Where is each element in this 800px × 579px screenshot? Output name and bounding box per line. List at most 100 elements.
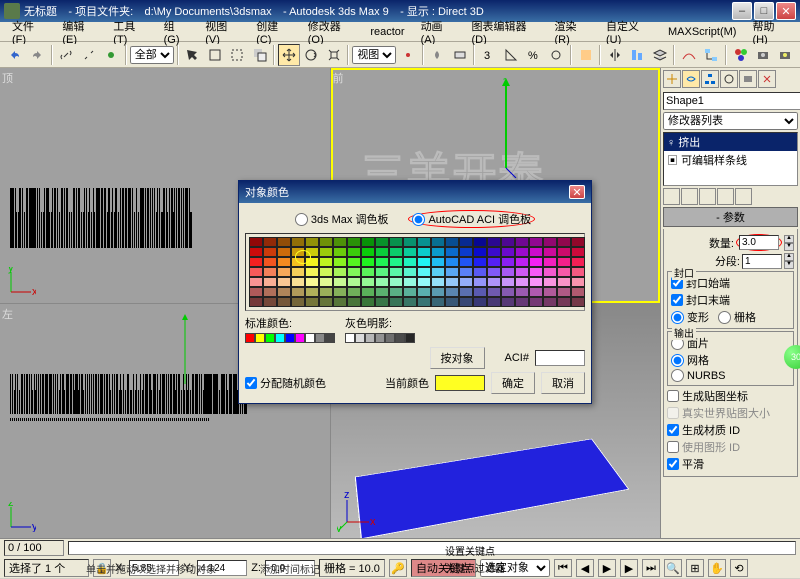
palette-swatch[interactable] (333, 287, 347, 297)
menu-reactor[interactable]: reactor (362, 24, 412, 40)
palette-swatch[interactable] (473, 287, 487, 297)
palette-swatch[interactable] (417, 257, 431, 267)
redo-button[interactable] (26, 44, 47, 66)
palette-swatch[interactable] (347, 287, 361, 297)
palette-swatch[interactable] (445, 287, 459, 297)
palette-swatch[interactable] (249, 237, 263, 247)
current-color-swatch[interactable] (435, 375, 485, 391)
palette-swatch[interactable] (417, 247, 431, 257)
remove-modifier-icon[interactable] (717, 188, 734, 205)
palette-swatch[interactable] (543, 277, 557, 287)
palette-swatch[interactable] (319, 257, 333, 267)
palette-swatch[interactable] (459, 257, 473, 267)
palette-swatch[interactable] (515, 287, 529, 297)
basic-color-swatch[interactable] (265, 333, 275, 343)
palette-swatch[interactable] (291, 237, 305, 247)
pivot-button[interactable] (397, 44, 418, 66)
object-name-input[interactable] (663, 92, 800, 110)
modifier-stack[interactable]: ♀ 挤出 ▣ 可编辑样条线 (663, 132, 798, 186)
gen-mat-checkbox[interactable] (667, 424, 679, 436)
palette-swatch[interactable] (571, 287, 585, 297)
palette-swatch[interactable] (501, 277, 515, 287)
palette-swatch[interactable] (333, 267, 347, 277)
configure-sets-icon[interactable] (735, 188, 752, 205)
align-button[interactable] (627, 44, 648, 66)
palette-swatch[interactable] (557, 257, 571, 267)
gray-swatch[interactable] (355, 333, 365, 343)
manipulate-button[interactable] (427, 44, 448, 66)
basic-color-swatch[interactable] (325, 333, 335, 343)
palette-swatch[interactable] (431, 287, 445, 297)
palette-swatch[interactable] (403, 277, 417, 287)
pin-stack-icon[interactable] (663, 188, 680, 205)
basic-color-swatch[interactable] (315, 333, 325, 343)
basic-color-swatch[interactable] (275, 333, 285, 343)
palette-swatch[interactable] (431, 237, 445, 247)
palette-swatch[interactable] (347, 267, 361, 277)
goto-start-button[interactable]: ⏮ (554, 559, 572, 577)
palette-swatch[interactable] (557, 297, 571, 307)
palette-swatch[interactable] (277, 297, 291, 307)
palette-swatch[interactable] (501, 247, 515, 257)
palette-swatch[interactable] (459, 287, 473, 297)
palette-swatch[interactable] (277, 237, 291, 247)
output-nurbs-radio[interactable] (671, 369, 684, 382)
palette-swatch[interactable] (515, 257, 529, 267)
palette-swatch[interactable] (431, 247, 445, 257)
select-name-button[interactable] (204, 44, 225, 66)
palette-swatch[interactable] (263, 297, 277, 307)
palette-swatch[interactable] (249, 297, 263, 307)
palette-swatch[interactable] (291, 267, 305, 277)
gray-swatch[interactable] (345, 333, 355, 343)
palette-swatch[interactable] (319, 247, 333, 257)
spinner-snap-button[interactable] (545, 44, 566, 66)
palette-swatch[interactable] (543, 297, 557, 307)
palette-swatch[interactable] (333, 297, 347, 307)
amount-spinner-buttons[interactable]: ▲▼ (784, 235, 794, 251)
palette-swatch[interactable] (445, 257, 459, 267)
palette-swatch[interactable] (473, 297, 487, 307)
palette-swatch[interactable] (375, 237, 389, 247)
palette-swatch[interactable] (361, 297, 375, 307)
palette-swatch[interactable] (417, 267, 431, 277)
palette-swatch[interactable] (417, 297, 431, 307)
palette-swatch[interactable] (305, 277, 319, 287)
palette-swatch[interactable] (305, 257, 319, 267)
palette-swatch[interactable] (291, 277, 305, 287)
palette-swatch[interactable] (361, 247, 375, 257)
palette-swatch[interactable] (501, 257, 515, 267)
palette-swatch[interactable] (529, 287, 543, 297)
palette-swatch[interactable] (431, 297, 445, 307)
gray-swatch[interactable] (385, 333, 395, 343)
basic-color-swatch[interactable] (305, 333, 315, 343)
modify-tab[interactable] (682, 70, 700, 88)
palette-swatch[interactable] (515, 237, 529, 247)
make-unique-icon[interactable] (699, 188, 716, 205)
segments-spinner-buttons[interactable]: ▲▼ (784, 253, 794, 269)
palette-swatch[interactable] (487, 267, 501, 277)
palette-swatch[interactable] (361, 237, 375, 247)
basic-color-swatch[interactable] (295, 333, 305, 343)
palette-swatch[interactable] (529, 297, 543, 307)
unlink-button[interactable] (78, 44, 99, 66)
palette-swatch[interactable] (277, 277, 291, 287)
palette-swatch[interactable] (459, 267, 473, 277)
palette-swatch[interactable] (543, 267, 557, 277)
layers-button[interactable] (649, 44, 670, 66)
palette-swatch[interactable] (347, 257, 361, 267)
dialog-titlebar[interactable]: 对象颜色 ✕ (239, 181, 591, 203)
schematic-button[interactable] (701, 44, 722, 66)
palette-swatch[interactable] (431, 277, 445, 287)
palette-swatch[interactable] (529, 277, 543, 287)
window-crossing-button[interactable] (249, 44, 270, 66)
palette-swatch[interactable] (389, 297, 403, 307)
show-end-result-icon[interactable] (681, 188, 698, 205)
palette-swatch[interactable] (319, 297, 333, 307)
rotate-button[interactable] (301, 44, 322, 66)
goto-end-button[interactable]: ⏭ (642, 559, 660, 577)
percent-snap-button[interactable]: % (523, 44, 544, 66)
palette-swatch[interactable] (501, 267, 515, 277)
palette-swatch[interactable] (319, 267, 333, 277)
snap-button[interactable]: 3 (478, 44, 499, 66)
palette-swatch[interactable] (277, 287, 291, 297)
